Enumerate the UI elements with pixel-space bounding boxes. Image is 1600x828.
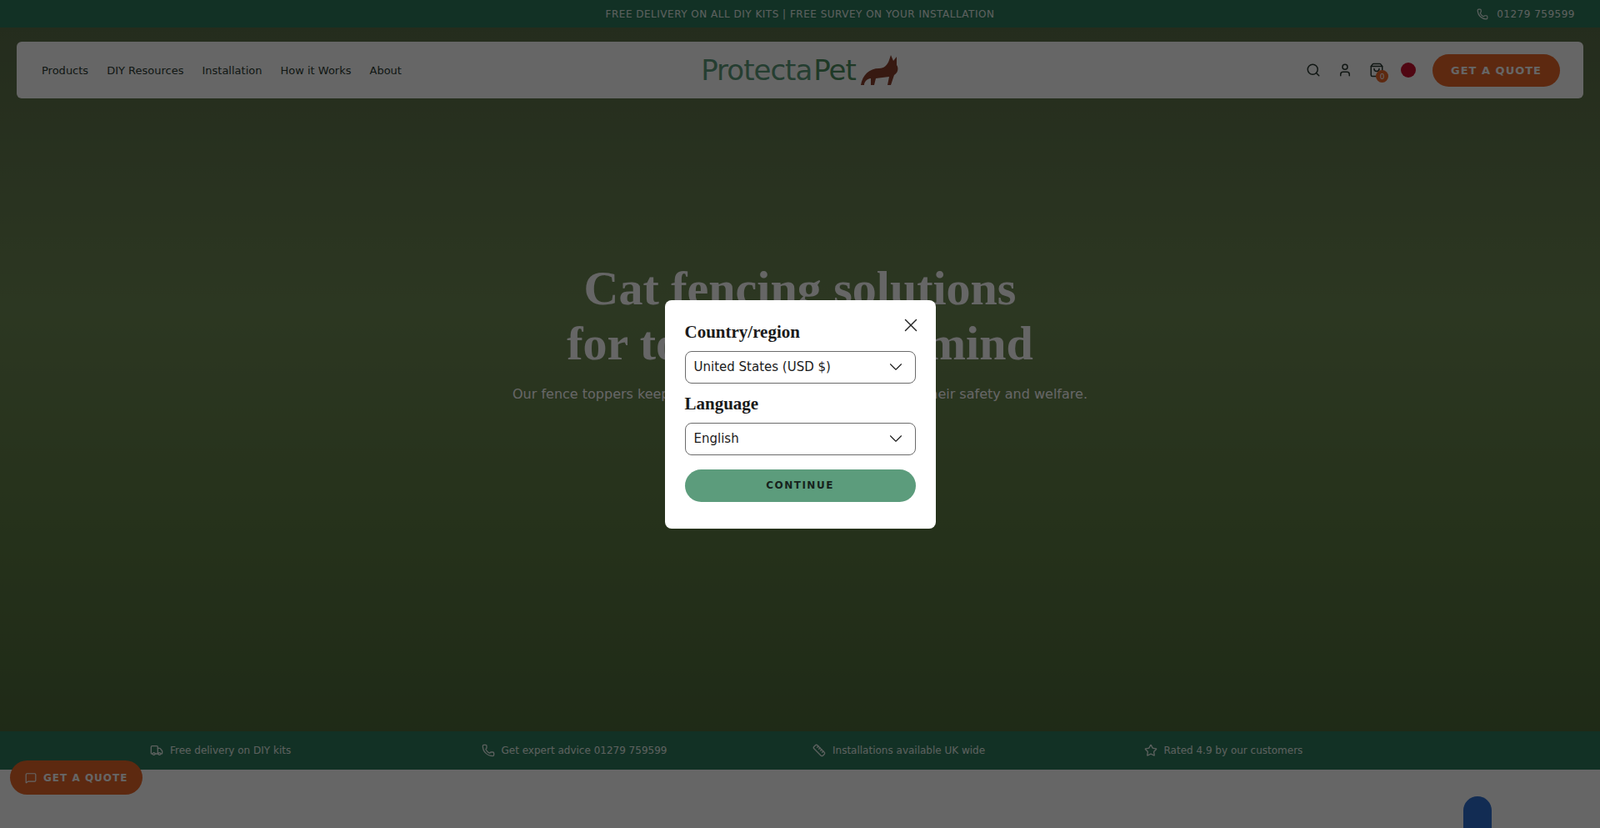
country-select[interactable]: United States (USD $) xyxy=(685,350,916,384)
localization-dialog: Country/region United States (USD $) Langu… xyxy=(665,300,936,529)
language-label: Language xyxy=(685,393,916,415)
language-select[interactable]: English xyxy=(685,422,916,455)
chevron-down-icon xyxy=(885,355,907,378)
modal-overlay[interactable]: Country/region United States (USD $) Langu… xyxy=(0,0,1600,828)
close-icon xyxy=(900,314,922,336)
chevron-down-icon xyxy=(885,427,907,450)
page: FREE DELIVERY ON ALL DIY KITS | FREE SUR… xyxy=(0,0,1600,828)
country-label: Country/region xyxy=(685,321,916,343)
continue-button[interactable]: CONTINUE xyxy=(685,469,916,502)
close-button[interactable] xyxy=(899,313,923,337)
